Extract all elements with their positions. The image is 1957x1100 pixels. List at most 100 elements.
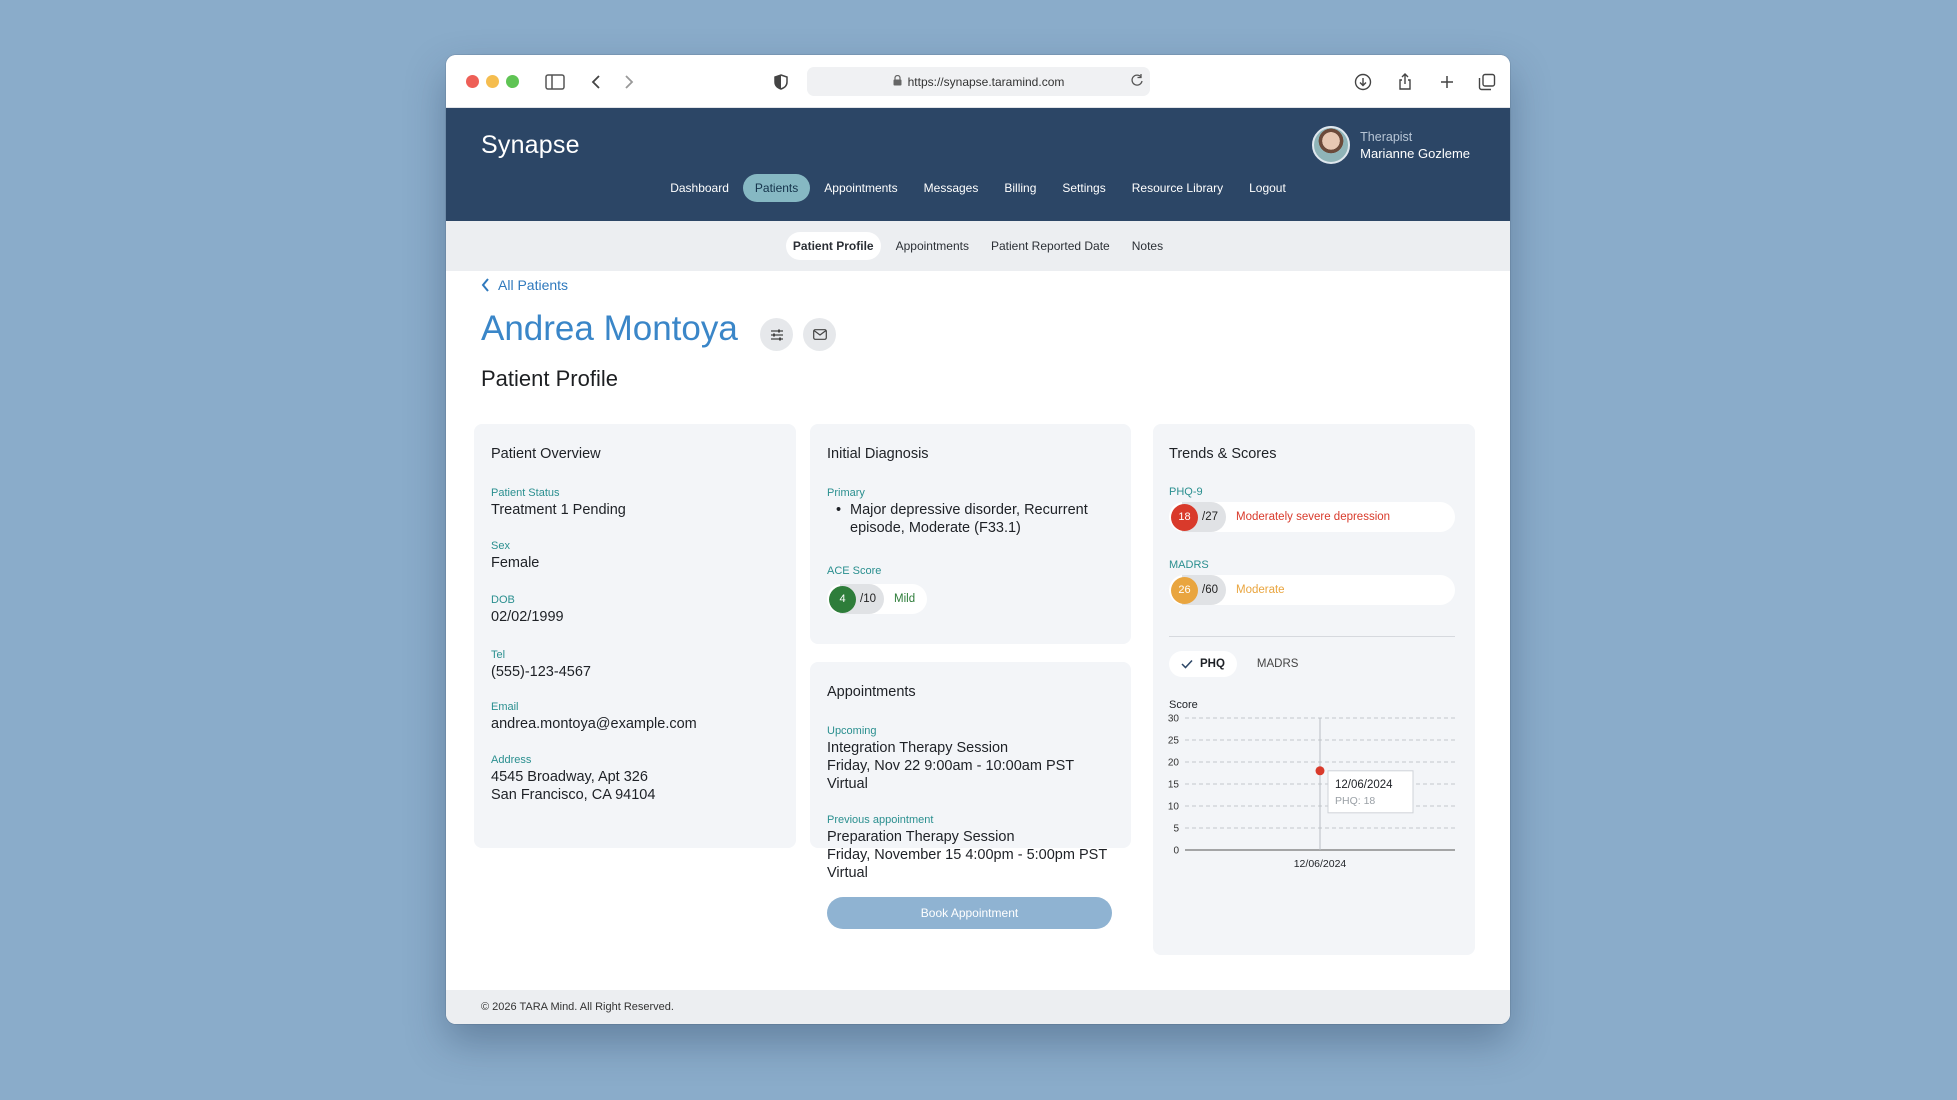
tab-patient-reported-date[interactable]: Patient Reported Date	[984, 232, 1117, 260]
email-value[interactable]: andrea.montoya@example.com	[491, 715, 697, 733]
all-patients-label: All Patients	[498, 277, 569, 293]
patient-name: Andrea Montoya	[481, 309, 738, 348]
close-window-button[interactable]	[466, 75, 479, 88]
phq9-label: PHQ-9	[1169, 486, 1203, 498]
email-label: Email	[491, 701, 519, 713]
nav-messages[interactable]: Messages	[912, 174, 991, 202]
nav-logout[interactable]: Logout	[1237, 174, 1298, 202]
nav-appointments[interactable]: Appointments	[812, 174, 909, 202]
main-nav: Dashboard Patients Appointments Messages…	[446, 174, 1510, 202]
chart-x-tick-label: 12/06/2024	[1294, 858, 1347, 870]
nav-patients[interactable]: Patients	[742, 174, 811, 202]
maximize-window-button[interactable]	[506, 75, 519, 88]
avatar	[1312, 126, 1351, 164]
patient-status-label: Patient Status	[491, 487, 560, 499]
reload-icon[interactable]	[1130, 73, 1144, 90]
phq9-severity: Moderately severe depression	[1236, 511, 1391, 523]
madrs-score-value: 26	[1171, 576, 1198, 604]
address-line2: San Francisco, CA 94104	[491, 787, 656, 803]
user-name: Marianne Gozleme	[1360, 145, 1470, 161]
tab-appointments[interactable]: Appointments	[889, 232, 976, 260]
all-patients-link[interactable]: All Patients	[481, 277, 568, 293]
shield-icon[interactable]	[768, 69, 794, 95]
tel-value[interactable]: (555)-123-4567	[491, 663, 591, 681]
patient-subnav: Patient Profile Appointments Patient Rep…	[446, 221, 1510, 271]
appointments-card: Appointments Upcoming Integration Therap…	[810, 662, 1131, 848]
nav-resource-library[interactable]: Resource Library	[1120, 174, 1235, 202]
chevron-left-icon	[481, 278, 489, 292]
browser-window: https://synapse.taramind.com Synapse The…	[446, 55, 1510, 1024]
sex-value: Female	[491, 555, 540, 571]
brand-logo[interactable]: Synapse	[481, 131, 580, 160]
check-icon	[1181, 659, 1193, 669]
bullet: •	[836, 502, 842, 518]
tab-notes[interactable]: Notes	[1125, 232, 1170, 260]
dob-value: 02/02/1999	[491, 609, 564, 625]
lock-icon	[893, 74, 902, 89]
chart-y-tick-label: 25	[1168, 736, 1180, 747]
chart-tab-phq[interactable]: PHQ	[1169, 651, 1237, 677]
phq9-score-pill: 18 /27 Moderately severe depression	[1169, 502, 1455, 532]
page-footer: © 2026 TARA Mind. All Right Reserved.	[446, 990, 1510, 1024]
book-appointment-button[interactable]: Book Appointment	[827, 897, 1112, 929]
primary-diagnosis-line2: episode, Moderate (F33.1)	[850, 520, 1021, 536]
tabs-icon[interactable]	[1474, 69, 1500, 95]
download-icon[interactable]	[1350, 69, 1376, 95]
app-header: Synapse Therapist Marianne Gozleme Dashb…	[446, 108, 1510, 221]
primary-diagnosis-line1: Major depressive disorder, Recurrent	[850, 502, 1088, 518]
chart-y-axis-label: Score	[1169, 699, 1198, 711]
upcoming-label: Upcoming	[827, 725, 877, 737]
madrs-score-pill: 26 /60 Moderate	[1169, 575, 1455, 605]
user-role: Therapist	[1360, 129, 1413, 144]
message-patient-button[interactable]	[803, 318, 836, 351]
chart-tabs: PHQ MADRS	[1169, 651, 1310, 677]
previous-label: Previous appointment	[827, 814, 934, 826]
address-bar[interactable]: https://synapse.taramind.com	[807, 67, 1150, 96]
patient-status-value: Treatment 1 Pending	[491, 502, 626, 518]
mail-icon	[812, 329, 827, 340]
nav-settings[interactable]: Settings	[1050, 174, 1117, 202]
previous-name: Preparation Therapy Session	[827, 829, 1015, 845]
card-title: Appointments	[827, 684, 916, 700]
new-tab-icon[interactable]	[1434, 69, 1460, 95]
nav-dashboard[interactable]: Dashboard	[658, 174, 741, 202]
ace-score-value: 4	[829, 585, 856, 613]
minimize-window-button[interactable]	[486, 75, 499, 88]
share-icon[interactable]	[1392, 69, 1418, 95]
tel-label: Tel	[491, 649, 506, 661]
forward-icon[interactable]	[616, 69, 642, 95]
chart-tab-phq-label: PHQ	[1200, 658, 1225, 670]
url-text: https://synapse.taramind.com	[907, 74, 1065, 89]
chart-tooltip-date: 12/06/2024	[1335, 779, 1393, 791]
phq9-score-value: 18	[1171, 503, 1198, 531]
sex-label: Sex	[491, 540, 510, 552]
sidebar-icon[interactable]	[542, 69, 568, 95]
trends-scores-card: Trends & Scores PHQ-9 18 /27 Moderately …	[1153, 424, 1475, 955]
previous-mode: Virtual	[827, 865, 868, 881]
chart-point	[1315, 766, 1325, 776]
back-icon[interactable]	[583, 69, 609, 95]
chart-y-tick-label: 30	[1168, 714, 1180, 725]
initial-diagnosis-card: Initial Diagnosis Primary • Major depres…	[810, 424, 1131, 644]
patient-overview-card: Patient Overview Patient Status Treatmen…	[474, 424, 796, 848]
ace-score-label: ACE Score	[827, 565, 882, 577]
phq-score-chart: Score 0 5 10 15 20 25 30 12/06/2024 12/06/2024 P…	[1168, 699, 1455, 870]
card-title: Trends & Scores	[1169, 446, 1277, 462]
user-profile[interactable]: Therapist Marianne Gozleme	[1312, 126, 1470, 164]
card-title: Patient Overview	[491, 446, 601, 462]
copyright-text: © 2026 TARA Mind. All Right Reserved.	[481, 1001, 674, 1013]
dob-label: DOB	[491, 594, 515, 606]
chart-tab-madrs[interactable]: MADRS	[1245, 651, 1311, 677]
chart-y-tick-label: 5	[1173, 824, 1179, 835]
upcoming-name: Integration Therapy Session	[827, 740, 1009, 756]
address-line1: 4545 Broadway, Apt 326	[491, 769, 648, 785]
address-label: Address	[491, 754, 532, 766]
madrs-severity: Moderate	[1236, 584, 1285, 596]
nav-billing[interactable]: Billing	[992, 174, 1048, 202]
filter-settings-button[interactable]	[760, 318, 793, 351]
tab-patient-profile[interactable]: Patient Profile	[785, 232, 881, 260]
divider	[1169, 636, 1455, 637]
chart-y-tick-label: 20	[1168, 758, 1180, 769]
chart-tooltip-value: PHQ: 18	[1335, 795, 1375, 807]
chart-y-tick-label: 10	[1168, 802, 1180, 813]
